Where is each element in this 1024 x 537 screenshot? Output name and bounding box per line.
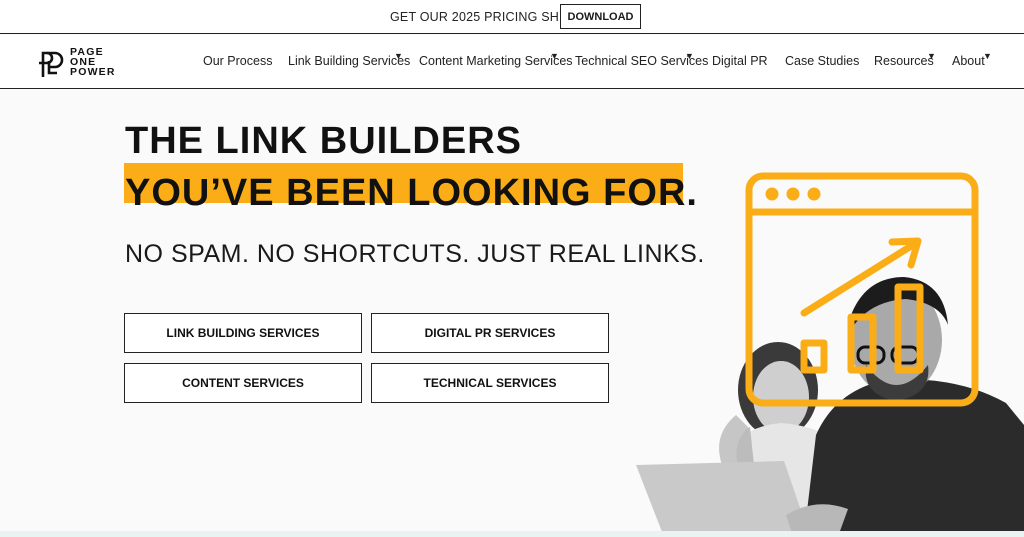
nav-resources[interactable]: Resources ▼ bbox=[874, 51, 936, 68]
nav-link-building-services[interactable]: Link Building Services ▼ bbox=[288, 51, 411, 68]
promo-banner: GET OUR 2025 PRICING SHEET DOWNLOAD bbox=[0, 0, 1024, 34]
nav-about[interactable]: About ▼ bbox=[952, 51, 992, 68]
nav-label: Digital PR bbox=[712, 54, 768, 68]
nav-technical-seo-services[interactable]: Technical SEO Services ▼ bbox=[575, 51, 708, 68]
nav-digital-pr[interactable]: Digital PR bbox=[712, 54, 768, 68]
download-button[interactable]: DOWNLOAD bbox=[560, 4, 641, 29]
hero-headline-line1: THE LINK BUILDERS bbox=[125, 120, 522, 162]
two-people-at-laptop-photo bbox=[536, 277, 1024, 537]
chevron-down-icon: ▼ bbox=[550, 51, 559, 61]
logo-word-power: POWER bbox=[70, 66, 116, 78]
promo-text: GET OUR 2025 PRICING SHEET bbox=[390, 10, 584, 24]
nav-content-marketing-services[interactable]: Content Marketing Services ▼ bbox=[419, 51, 573, 68]
hero-illustration bbox=[536, 172, 1024, 537]
main-nav: PAGE ONE POWER Our Process Link Building… bbox=[0, 35, 1024, 89]
nav-label: Link Building Services bbox=[288, 54, 411, 68]
chevron-down-icon: ▼ bbox=[685, 51, 694, 61]
nav-our-process[interactable]: Our Process bbox=[203, 54, 272, 68]
content-services-button[interactable]: CONTENT SERVICES bbox=[124, 363, 362, 403]
chevron-down-icon: ▼ bbox=[927, 51, 936, 61]
bottom-strip bbox=[0, 531, 1024, 537]
nav-label: Resources bbox=[874, 54, 934, 68]
nav-label: Our Process bbox=[203, 54, 273, 68]
chevron-down-icon: ▼ bbox=[983, 51, 992, 61]
nav-label: Case Studies bbox=[785, 54, 860, 68]
link-building-services-button[interactable]: LINK BUILDING SERVICES bbox=[124, 313, 362, 353]
logo[interactable]: PAGE ONE POWER bbox=[37, 47, 127, 79]
nav-label: About bbox=[952, 54, 985, 68]
chevron-down-icon: ▼ bbox=[394, 51, 403, 61]
logo-mark-icon bbox=[39, 51, 64, 77]
nav-case-studies[interactable]: Case Studies bbox=[785, 54, 859, 68]
